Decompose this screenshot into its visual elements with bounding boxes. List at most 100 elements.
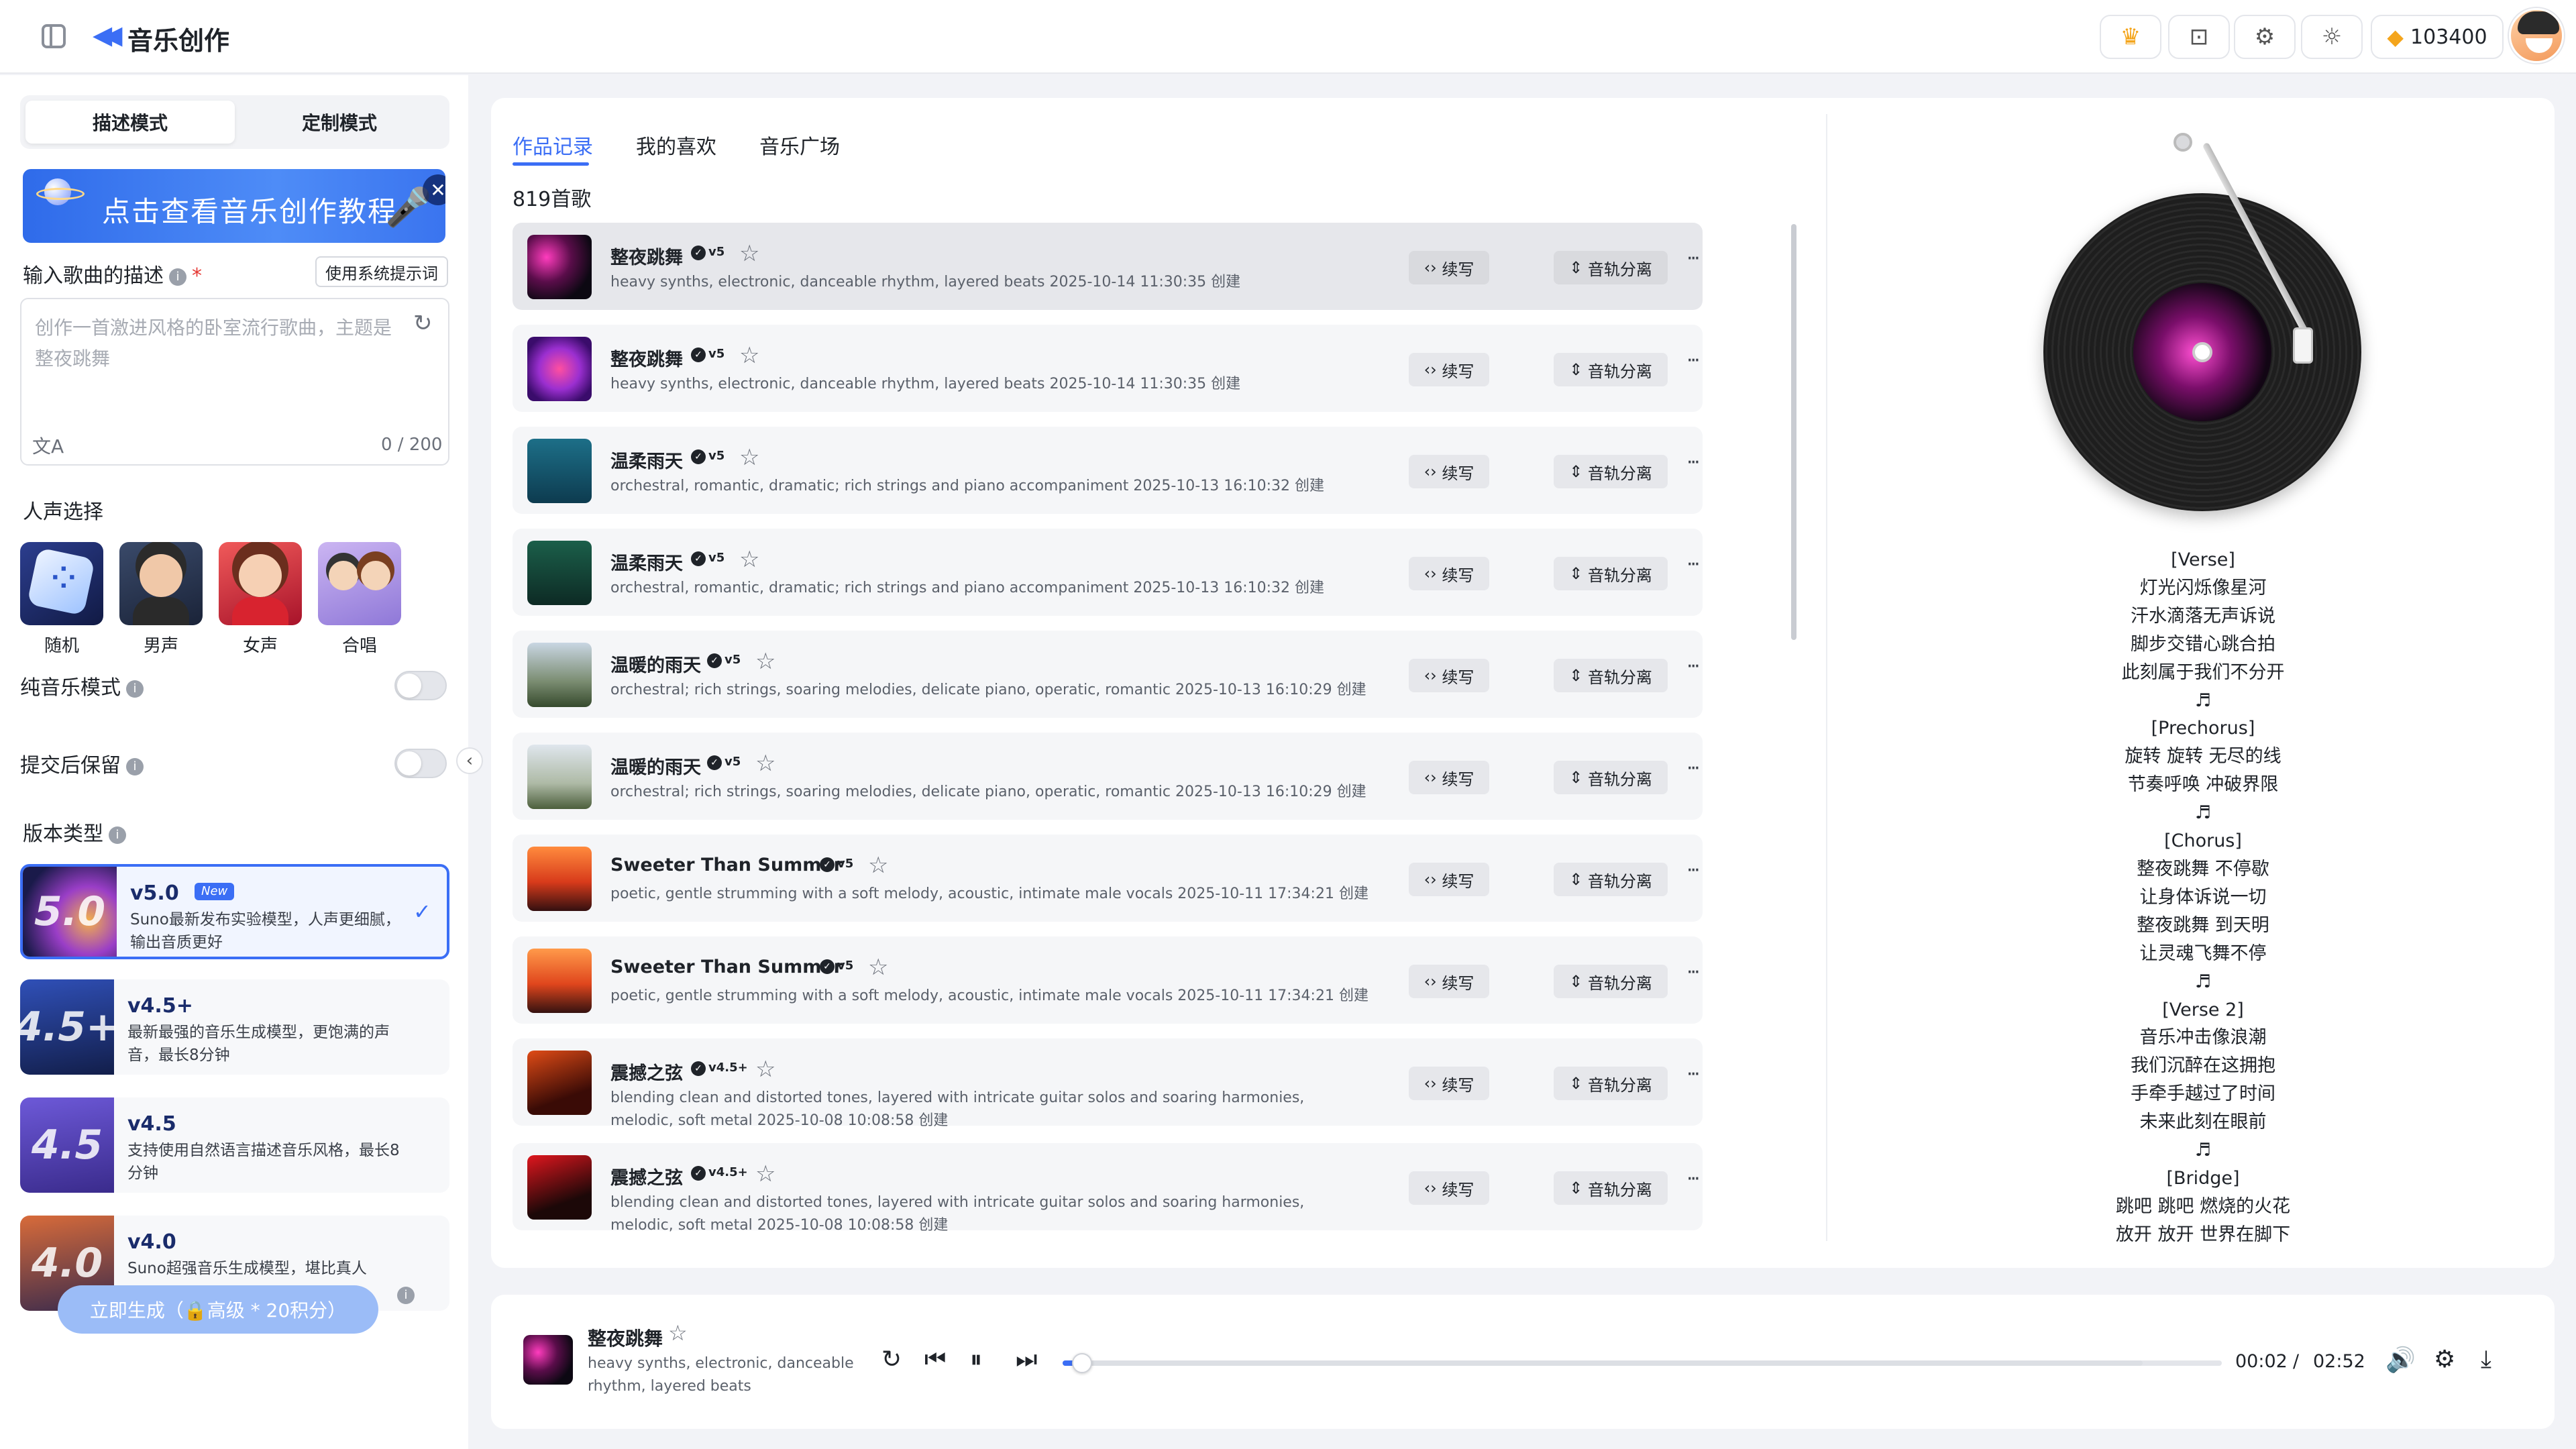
more-icon[interactable]: ··· xyxy=(1686,349,1701,372)
tab-custom-mode[interactable]: 定制模式 xyxy=(235,101,444,144)
track-split-button[interactable]: ⇕ 音轨分离 xyxy=(1554,965,1668,998)
replay-icon[interactable]: ↻ xyxy=(881,1346,902,1373)
back-icon[interactable]: ◀◀ xyxy=(93,20,123,50)
more-icon[interactable]: ··· xyxy=(1686,859,1701,882)
track-split-button[interactable]: ⇕ 音轨分离 xyxy=(1554,557,1668,590)
favorite-star-icon[interactable]: ☆ xyxy=(755,1056,775,1083)
voice-female[interactable] xyxy=(219,542,302,625)
collapse-panel-icon[interactable]: ‹ xyxy=(456,747,483,774)
progress-knob[interactable] xyxy=(1072,1353,1092,1373)
points-badge[interactable]: ◆ 103400 xyxy=(2371,15,2504,59)
info-icon[interactable]: i xyxy=(109,826,126,844)
song-row[interactable]: Sweeter Than Summer ✓ v5 ☆ poetic, gentle st… xyxy=(513,835,1703,922)
track-split-button[interactable]: ⇕ 音轨分离 xyxy=(1554,353,1668,386)
info-icon[interactable]: i xyxy=(397,1287,415,1304)
song-row[interactable]: 震撼之弦 ✓ v4.5+ ☆ blending clean and distorted … xyxy=(513,1143,1703,1234)
more-icon[interactable]: ··· xyxy=(1686,655,1701,678)
continue-button[interactable]: ‹› 续写 xyxy=(1409,455,1489,488)
song-row[interactable]: 整夜跳舞 ✓ v5 ☆ heavy synths, electronic, dancea… xyxy=(513,325,1703,412)
continue-button[interactable]: ‹› 续写 xyxy=(1409,1171,1489,1205)
song-cover[interactable] xyxy=(527,541,592,605)
track-split-button[interactable]: ⇕ 音轨分离 xyxy=(1554,659,1668,692)
song-cover[interactable] xyxy=(527,745,592,809)
download-icon[interactable]: ⤓ xyxy=(2481,1346,2491,1374)
sidebar-toggle-icon[interactable] xyxy=(42,24,66,48)
favorite-star-icon[interactable]: ☆ xyxy=(868,954,888,981)
continue-button[interactable]: ‹› 续写 xyxy=(1409,965,1489,998)
song-cover[interactable] xyxy=(527,337,592,401)
avatar[interactable] xyxy=(2509,8,2564,63)
favorite-star-icon[interactable]: ☆ xyxy=(755,648,775,675)
track-split-button[interactable]: ⇕ 音轨分离 xyxy=(1554,1067,1668,1100)
favorite-star-icon[interactable]: ☆ xyxy=(755,1161,775,1187)
voice-male[interactable] xyxy=(119,542,203,625)
track-split-button[interactable]: ⇕ 音轨分离 xyxy=(1554,1171,1668,1205)
song-cover[interactable] xyxy=(527,643,592,707)
continue-button[interactable]: ‹› 续写 xyxy=(1409,659,1489,692)
continue-button[interactable]: ‹› 续写 xyxy=(1409,1067,1489,1100)
tutorial-banner[interactable]: 点击查看音乐创作教程 🎤 ✕ xyxy=(23,169,445,243)
song-row[interactable]: 整夜跳舞 ✓ v5 ☆ heavy synths, electronic, dancea… xyxy=(513,223,1703,310)
description-input[interactable]: 创作一首激进风格的卧室流行歌曲，主题是整夜跳舞 ↻ 文A 0 / 200 xyxy=(20,298,449,466)
favorite-star-icon[interactable]: ☆ xyxy=(739,444,759,471)
song-row[interactable]: 温柔雨天 ✓ v5 ☆ orchestral, romantic, dramatic; … xyxy=(513,427,1703,514)
song-row[interactable]: 震撼之弦 ✓ v4.5+ ☆ blending clean and distorted … xyxy=(513,1038,1703,1129)
gift-icon[interactable]: ⊡ xyxy=(2168,15,2230,59)
song-row[interactable]: 温暖的雨天 ✓ v5 ☆ orchestral; rich strings, soari… xyxy=(513,733,1703,820)
song-cover[interactable] xyxy=(527,439,592,503)
continue-button[interactable]: ‹› 续写 xyxy=(1409,863,1489,896)
song-list-scrollbar[interactable] xyxy=(1791,224,1796,640)
more-icon[interactable]: ··· xyxy=(1686,553,1701,576)
favorite-star-icon[interactable]: ☆ xyxy=(668,1320,688,1346)
info-icon[interactable]: i xyxy=(126,757,144,775)
voice-duet[interactable] xyxy=(318,542,401,625)
volume-icon[interactable]: 🔊 xyxy=(2385,1346,2416,1374)
tab-describe-mode[interactable]: 描述模式 xyxy=(25,101,235,144)
song-row[interactable]: 温暖的雨天 ✓ v5 ☆ orchestral; rich strings, soari… xyxy=(513,631,1703,718)
more-icon[interactable]: ··· xyxy=(1686,1167,1701,1191)
pure-music-toggle[interactable] xyxy=(394,671,447,700)
favorite-star-icon[interactable]: ☆ xyxy=(755,750,775,777)
translate-icon[interactable]: 文A xyxy=(32,432,64,459)
use-system-prompt-button[interactable]: 使用系统提示词 xyxy=(315,256,448,287)
voice-random[interactable] xyxy=(20,542,103,625)
song-cover[interactable] xyxy=(527,235,592,299)
more-icon[interactable]: ··· xyxy=(1686,757,1701,780)
refresh-icon[interactable]: ↻ xyxy=(413,310,433,337)
tab-works[interactable]: 作品记录 xyxy=(513,130,593,160)
song-cover[interactable] xyxy=(527,1051,592,1115)
track-split-button[interactable]: ⇕ 音轨分离 xyxy=(1554,251,1668,284)
more-icon[interactable]: ··· xyxy=(1686,961,1701,984)
song-cover[interactable] xyxy=(527,949,592,1013)
progress-slider[interactable] xyxy=(1063,1353,2222,1373)
favorite-star-icon[interactable]: ☆ xyxy=(739,342,759,369)
generate-button[interactable]: 立即生成（🔒高级 * 20积分） xyxy=(58,1285,378,1334)
continue-button[interactable]: ‹› 续写 xyxy=(1409,761,1489,794)
info-icon[interactable]: i xyxy=(169,268,186,286)
more-icon[interactable]: ··· xyxy=(1686,247,1701,270)
favorite-star-icon[interactable]: ☆ xyxy=(868,852,888,879)
track-split-button[interactable]: ⇕ 音轨分离 xyxy=(1554,761,1668,794)
track-split-button[interactable]: ⇕ 音轨分离 xyxy=(1554,455,1668,488)
continue-button[interactable]: ‹› 续写 xyxy=(1409,557,1489,590)
version-option-v5-0[interactable]: 5.0 v5.0 New Suno最新发布实验模型，人声更细腻，输出音质更好 ✓ xyxy=(20,864,449,959)
tab-favorites[interactable]: 我的喜欢 xyxy=(636,130,716,160)
more-icon[interactable]: ··· xyxy=(1686,1063,1701,1086)
song-row[interactable]: Sweeter Than Summer ✓ v5 ☆ poetic, gentle st… xyxy=(513,936,1703,1024)
info-icon[interactable]: i xyxy=(126,680,144,698)
crown-icon[interactable]: ♛ xyxy=(2100,15,2161,59)
pause-icon[interactable]: ⏸ xyxy=(970,1346,982,1374)
continue-button[interactable]: ‹› 续写 xyxy=(1409,353,1489,386)
song-cover[interactable] xyxy=(527,1155,592,1220)
keep-after-submit-toggle[interactable] xyxy=(394,749,447,778)
sun-icon[interactable]: ☼ xyxy=(2301,15,2363,59)
more-icon[interactable]: ··· xyxy=(1686,451,1701,474)
gear-icon[interactable]: ⚙ xyxy=(2234,15,2296,59)
song-cover[interactable] xyxy=(527,847,592,911)
continue-button[interactable]: ‹› 续写 xyxy=(1409,251,1489,284)
next-icon[interactable]: ⏭ xyxy=(1016,1346,1037,1374)
favorite-star-icon[interactable]: ☆ xyxy=(739,546,759,573)
settings-icon[interactable]: ⚙ xyxy=(2434,1346,2455,1373)
tab-music-square[interactable]: 音乐广场 xyxy=(759,130,840,160)
version-option-v4-5[interactable]: 4.5 v4.5 支持使用自然语言描述音乐风格，最长8分钟 xyxy=(20,1097,449,1193)
